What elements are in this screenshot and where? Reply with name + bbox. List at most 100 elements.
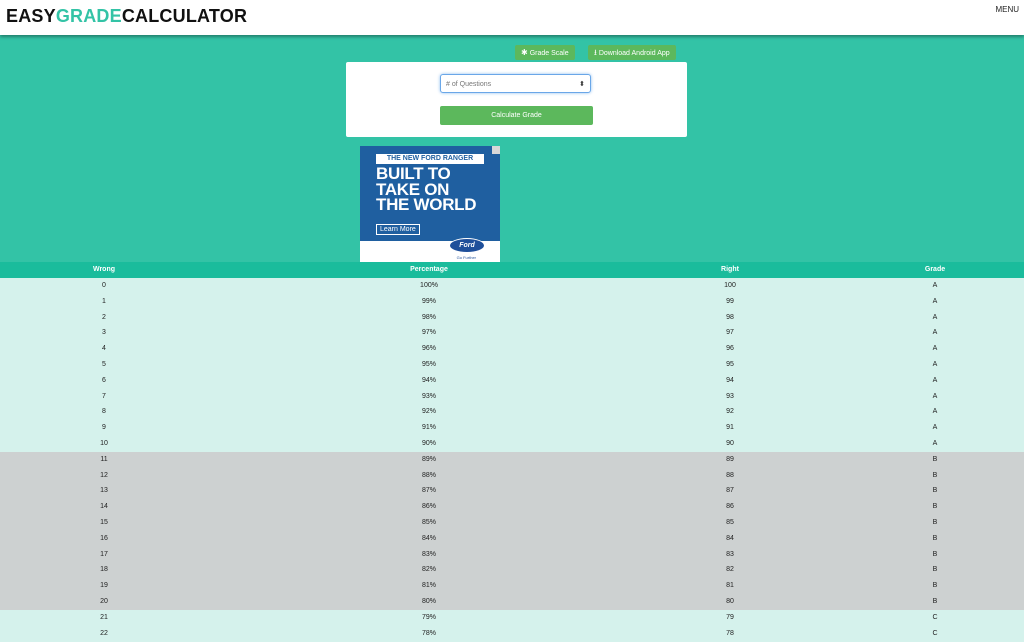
cell-right: 88 [726, 471, 734, 479]
cell-wrong: 8 [102, 408, 106, 416]
cell-right: 83 [726, 550, 734, 558]
cell-wrong: 13 [100, 487, 108, 495]
cell-right: 98 [726, 313, 734, 321]
table-row: 15 85% 85 B [0, 515, 1024, 531]
cell-wrong: 7 [102, 392, 106, 400]
cell-right: 84 [726, 534, 734, 542]
cell-grade: A [932, 440, 938, 447]
cell-right: 87 [726, 487, 734, 495]
cell-percentage: 100% [420, 282, 438, 289]
logo-calculator: CALCULATOR [121, 6, 248, 26]
cell-percentage: 92% [421, 408, 437, 416]
cell-grade: B [932, 534, 938, 542]
cell-wrong: 21 [100, 613, 108, 621]
ad-tagline: THE NEW FORD RANGER [376, 154, 484, 164]
cell-percentage: 93% [421, 392, 437, 400]
cell-right: 89 [726, 455, 734, 463]
cell-wrong: 4 [102, 345, 106, 353]
cell-wrong: 17 [100, 550, 108, 558]
cell-grade: A [932, 376, 938, 384]
cell-percentage: 98% [421, 313, 437, 321]
ad-learn-more-button[interactable]: Learn More [376, 224, 420, 235]
cell-right: 80 [726, 598, 734, 605]
cell-right: 99 [726, 297, 734, 305]
cell-percentage: 96% [421, 345, 437, 353]
select-arrows-icon: ⬍ [579, 81, 585, 88]
questions-select[interactable]: # of Questions ⬍ [440, 74, 591, 93]
logo-easy: EASY [6, 6, 56, 26]
cell-right: 94 [726, 376, 734, 384]
cell-grade: A [932, 392, 938, 400]
cell-percentage: 86% [421, 503, 437, 511]
site-logo[interactable]: EASYGRADECALCULATOR [6, 6, 247, 27]
cell-percentage: 78% [421, 629, 437, 637]
cell-percentage: 91% [421, 424, 437, 432]
cell-percentage: 83% [421, 550, 437, 558]
column-header-grade: Grade [924, 266, 946, 273]
cell-right: 93 [726, 392, 734, 400]
cell-wrong: 5 [102, 361, 106, 368]
table-row: 17 83% 83 B [0, 546, 1024, 563]
cell-percentage: 80% [421, 598, 437, 605]
cell-percentage: 82% [421, 566, 437, 574]
cell-grade: B [932, 519, 938, 526]
cell-right: 85 [726, 519, 734, 526]
cell-percentage: 89% [421, 455, 437, 463]
advertisement[interactable]: THE NEW FORD RANGER BUILT TO TAKE ON THE… [360, 146, 500, 262]
grade-scale-button[interactable]: ✱ Grade Scale [515, 45, 575, 60]
table-row: 2 98% 98 A [0, 309, 1024, 326]
column-header-right: Right [721, 266, 739, 273]
cell-right: 90 [726, 440, 734, 447]
adchoices-icon[interactable] [492, 146, 500, 154]
cell-right: 78 [726, 629, 734, 637]
cell-wrong: 19 [100, 582, 108, 590]
cell-wrong: 20 [100, 598, 108, 605]
cell-wrong: 18 [100, 566, 108, 574]
cell-wrong: 16 [100, 534, 108, 542]
cell-right: 96 [726, 345, 734, 353]
cell-grade: B [932, 582, 938, 590]
cell-percentage: 97% [421, 329, 437, 337]
cell-wrong: 0 [102, 282, 106, 289]
grade-table-header: Wrong Percentage Right Grade [0, 262, 1024, 278]
cell-wrong: 9 [102, 424, 106, 432]
cell-percentage: 81% [421, 582, 437, 590]
menu-button[interactable]: MENU [995, 5, 1019, 14]
cell-wrong: 11 [100, 455, 108, 463]
header: EASYGRADECALCULATOR MENU [0, 0, 1024, 35]
cell-grade: B [932, 598, 938, 605]
table-row: 19 81% 81 B [0, 578, 1024, 595]
cell-percentage: 84% [421, 534, 437, 542]
cell-percentage: 90% [421, 440, 437, 447]
column-header-percentage: Percentage [410, 266, 448, 273]
table-row: 6 94% 94 A [0, 372, 1024, 389]
cell-grade: C [932, 629, 938, 637]
table-row: 7 93% 93 A [0, 388, 1024, 405]
table-row: 10 90% 90 A [0, 436, 1024, 452]
calculate-grade-button[interactable]: Calculate Grade [440, 106, 593, 125]
cell-grade: B [932, 471, 938, 479]
cell-grade: B [932, 566, 938, 574]
questions-select-value: # of Questions [446, 81, 492, 88]
table-row: 9 91% 91 A [0, 420, 1024, 437]
table-row: 3 97% 97 A [0, 325, 1024, 342]
cell-percentage: 99% [421, 297, 437, 305]
ad-headline-line: THE WORLD [376, 195, 477, 214]
cell-grade: B [932, 455, 938, 463]
cell-right: 91 [726, 424, 734, 432]
table-row: 22 78% 78 C [0, 625, 1024, 642]
download-label: Download Android App [598, 50, 670, 57]
table-row: 1 99% 99 A [0, 293, 1024, 310]
download-android-app-button[interactable]: ⭳ Download Android App [588, 45, 676, 60]
cell-wrong: 3 [102, 329, 106, 337]
cell-right: 86 [726, 503, 734, 511]
cell-right: 81 [726, 582, 734, 590]
cell-right: 79 [726, 613, 734, 621]
cell-wrong: 10 [100, 440, 108, 447]
column-header-wrong: Wrong [92, 266, 116, 273]
cell-wrong: 1 [102, 297, 106, 305]
gear-icon: ✱ [521, 48, 528, 57]
table-row: 14 86% 86 B [0, 499, 1024, 516]
ford-logo: Ford [449, 238, 485, 253]
cell-grade: A [932, 282, 938, 289]
